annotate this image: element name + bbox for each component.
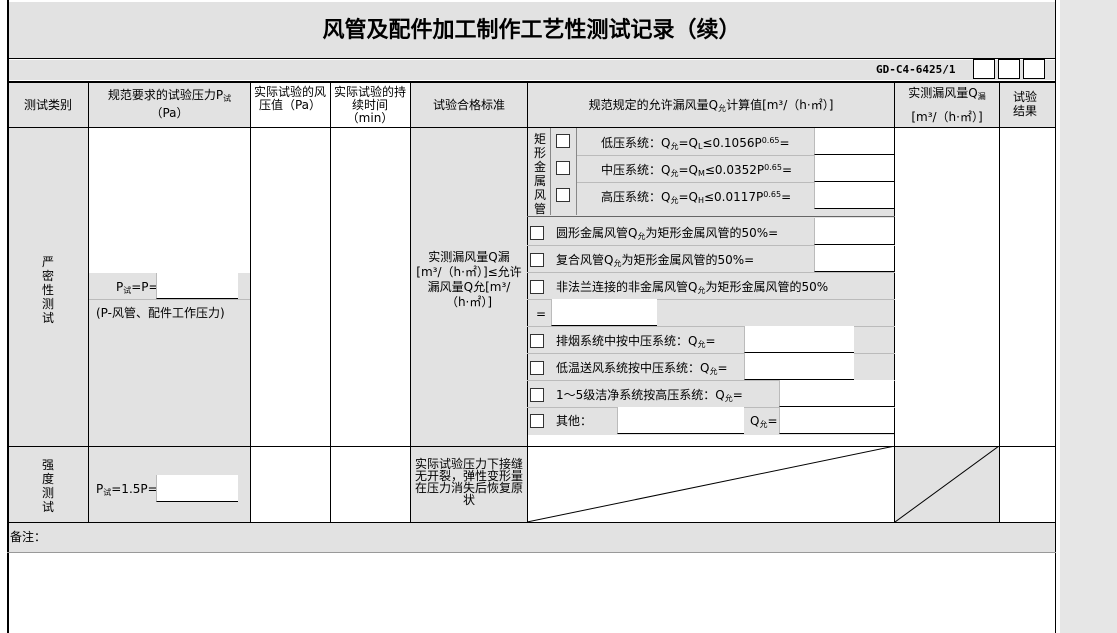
header-allowed-leak: 规范规定的允许漏风量Q允计算值[m³/（h·㎡）]	[588, 98, 834, 113]
header-category: 测试类别	[23, 98, 72, 112]
high-pressure-checkbox[interactable]	[556, 188, 570, 202]
strength-diagonal-cell	[527, 446, 895, 522]
clean-system-checkbox[interactable]	[530, 388, 544, 402]
round-duct-checkbox[interactable]	[530, 226, 544, 240]
strength-pressure-formula: P试=1.5P=	[96, 482, 158, 497]
round-duct-value[interactable]	[814, 218, 894, 245]
other-q-label: Q允=	[750, 414, 778, 429]
strength-label: 强度测试	[41, 458, 54, 514]
form-page: 风管及配件加工制作工艺性测试记录（续） GD-C4-6425/1 测试类别 规范…	[0, 0, 1060, 633]
nonmetal-duct-checkbox[interactable]	[530, 280, 544, 294]
form-code: GD-C4-6425/1	[876, 63, 956, 76]
clean-system-value[interactable]	[779, 380, 894, 407]
smoke-exhaust-formula: 排烟系统中按中压系统：Q允=	[556, 334, 716, 349]
nonmetal-equals: =	[536, 307, 547, 321]
other-checkbox[interactable]	[530, 414, 544, 428]
header-actual-pressure: 实际试验的风压值（Pa）	[254, 85, 327, 112]
code-box-3[interactable]	[1023, 59, 1045, 79]
smoke-exhaust-value[interactable]	[744, 326, 854, 353]
round-duct-formula: 圆形金属风管Q允为矩形金属风管的50%=	[556, 226, 779, 241]
composite-duct-value[interactable]	[814, 245, 894, 272]
other-label: 其他：	[556, 414, 593, 428]
remarks-field[interactable]	[9, 553, 1055, 633]
low-pressure-checkbox[interactable]	[556, 134, 570, 148]
clean-system-formula: 1～5级洁净系统按高压系统：Q允=	[556, 388, 743, 403]
nonmetal-duct-value[interactable]	[551, 299, 657, 326]
other-name-input[interactable]	[617, 407, 744, 434]
code-box-2[interactable]	[998, 59, 1020, 79]
mid-pressure-value[interactable]	[814, 155, 894, 182]
header-actual-leak-unit: [m³/（h·㎡）]	[911, 110, 983, 124]
page-title: 风管及配件加工制作工艺性测试记录（续）	[322, 18, 741, 43]
tightness-pressure-formula: P试=P=	[116, 280, 159, 295]
high-pressure-value[interactable]	[814, 182, 894, 209]
mid-pressure-checkbox[interactable]	[556, 161, 570, 175]
low-temp-value[interactable]	[744, 353, 854, 380]
high-pressure-formula: 高压系统：Q允=QH≤0.0117P0.65=	[601, 190, 792, 205]
remarks-label: 备注：	[10, 530, 47, 544]
strength-standard: 实际试验压力下接缝无开裂，弹性变形量在压力消失后恢复原状	[414, 457, 523, 507]
composite-duct-checkbox[interactable]	[530, 253, 544, 267]
header-duration: 实际试验的持续时间（min）	[334, 85, 407, 125]
strength-leak-diagonal-cell	[895, 446, 999, 522]
low-temp-checkbox[interactable]	[530, 361, 544, 375]
low-pressure-formula: 低压系统：Q允=QL≤0.1056P0.65=	[601, 136, 790, 151]
smoke-exhaust-checkbox[interactable]	[530, 334, 544, 348]
composite-duct-formula: 复合风管Q允为矩形金属风管的50%=	[556, 253, 755, 268]
header-actual-leak: 实测漏风量Q漏	[908, 86, 986, 101]
rect-duct-label: 矩形金属风管	[533, 132, 546, 216]
tightness-pressure-note: (P-风管、配件工作压力)	[96, 306, 225, 320]
header-pressure-req: 规范要求的试验压力P试	[107, 88, 232, 103]
low-pressure-value[interactable]	[814, 128, 894, 155]
tightness-standard: 实测漏风量Q漏[m³/（h·㎡）]≤允许漏风量Q允[m³/（h·㎡）]	[416, 250, 522, 309]
header-standard: 试验合格标准	[432, 98, 505, 112]
tightness-pressure-input[interactable]	[156, 273, 238, 299]
mid-pressure-formula: 中压系统：Q允=QM≤0.0352P0.65=	[601, 163, 793, 178]
nonmetal-duct-formula: 非法兰连接的非金属风管Q允为矩形金属风管的50%	[556, 280, 829, 295]
header-pressure-unit: （Pa）	[150, 106, 189, 120]
header-result: 试验结果	[1012, 90, 1037, 118]
low-temp-formula: 低温送风系统按中压系统：Q允=	[556, 361, 728, 376]
strength-pressure-input[interactable]	[156, 475, 238, 502]
tightness-label: 严密性测试	[41, 255, 54, 325]
code-box-1[interactable]	[973, 59, 995, 79]
other-value[interactable]	[779, 407, 894, 434]
